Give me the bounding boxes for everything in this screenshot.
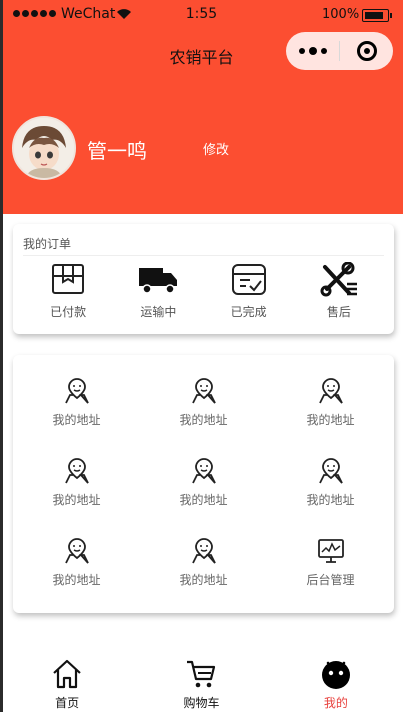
mini-program-capsule <box>286 32 393 70</box>
package-icon <box>52 264 85 294</box>
tab-profile[interactable]: 我的 <box>269 650 403 712</box>
monitor-chart-icon <box>317 539 344 563</box>
grid-item-admin[interactable]: 后台管理 <box>267 537 394 593</box>
grid-item-address[interactable]: 我的地址 <box>13 537 140 593</box>
order-after-sales-label: 售后 <box>326 305 351 319</box>
grid-item-label: 我的地址 <box>179 413 228 427</box>
profile-face-icon <box>321 661 350 689</box>
grid-item-address[interactable]: 我的地址 <box>13 377 140 433</box>
header: WeChat 1:55 100% 农销平台 管一鸣 修改 <box>0 0 403 214</box>
grid-item-label: 我的地址 <box>179 493 228 507</box>
tab-cart-label: 购物车 <box>183 696 220 710</box>
tab-home[interactable]: 首页 <box>0 650 134 712</box>
grid-item-label: 后台管理 <box>306 573 355 587</box>
more-icon[interactable] <box>286 32 339 70</box>
order-completed[interactable]: 已完成 <box>214 262 284 320</box>
device-edge <box>0 0 3 712</box>
orders-card: 我的订单 已付款 运输中 已完成 售后 <box>13 224 394 334</box>
order-completed-label: 已完成 <box>230 305 267 319</box>
edit-profile-link[interactable]: 修改 <box>203 139 229 158</box>
truck-icon <box>139 268 178 294</box>
tab-home-label: 首页 <box>55 696 80 710</box>
order-paid[interactable]: 已付款 <box>33 262 103 320</box>
location-person-icon <box>191 538 216 564</box>
avatar-illustration <box>14 118 74 178</box>
grid-item-label: 我的地址 <box>52 573 101 587</box>
battery-icon <box>362 9 392 22</box>
grid-item-label: 我的地址 <box>306 493 355 507</box>
order-shipping[interactable]: 运输中 <box>123 262 193 320</box>
home-icon <box>53 659 81 689</box>
services-card: 我的地址 我的地址 我的地址 我的地址 我的地址 我的地址 我的地址 我的地址 … <box>13 355 394 613</box>
orders-title[interactable]: 我的订单 <box>23 235 71 252</box>
location-person-icon <box>318 458 343 484</box>
divider <box>23 255 384 256</box>
grid-item-address[interactable]: 我的地址 <box>13 457 140 513</box>
close-mini-program-icon[interactable] <box>340 32 393 70</box>
grid-item-address[interactable]: 我的地址 <box>140 457 267 513</box>
tab-cart[interactable]: 购物车 <box>134 650 268 712</box>
grid-item-label: 我的地址 <box>52 493 101 507</box>
grid-item-address[interactable]: 我的地址 <box>140 377 267 433</box>
username: 管一鸣 <box>87 139 147 163</box>
cart-icon <box>187 660 216 688</box>
grid-item-address[interactable]: 我的地址 <box>140 537 267 593</box>
grid-item-label: 我的地址 <box>306 413 355 427</box>
location-person-icon <box>64 378 89 404</box>
location-person-icon <box>64 538 89 564</box>
status-bar: WeChat 1:55 100% <box>0 0 403 30</box>
tab-bar: 首页 购物车 我的 <box>0 650 403 712</box>
avatar[interactable] <box>12 116 76 180</box>
completed-box-icon <box>231 264 266 295</box>
order-after-sales[interactable]: 售后 <box>304 262 374 320</box>
location-person-icon <box>191 458 216 484</box>
grid-item-label: 我的地址 <box>52 413 101 427</box>
location-person-icon <box>64 458 89 484</box>
grid-item-address[interactable]: 我的地址 <box>267 377 394 433</box>
grid-item-address[interactable]: 我的地址 <box>267 457 394 513</box>
tab-profile-label: 我的 <box>323 696 348 710</box>
battery-percent: 100% <box>322 7 360 22</box>
order-paid-label: 已付款 <box>50 305 87 319</box>
order-shipping-label: 运输中 <box>140 305 177 319</box>
location-person-icon <box>318 378 343 404</box>
location-person-icon <box>191 378 216 404</box>
grid-item-label: 我的地址 <box>179 573 228 587</box>
tools-icon <box>320 262 357 297</box>
